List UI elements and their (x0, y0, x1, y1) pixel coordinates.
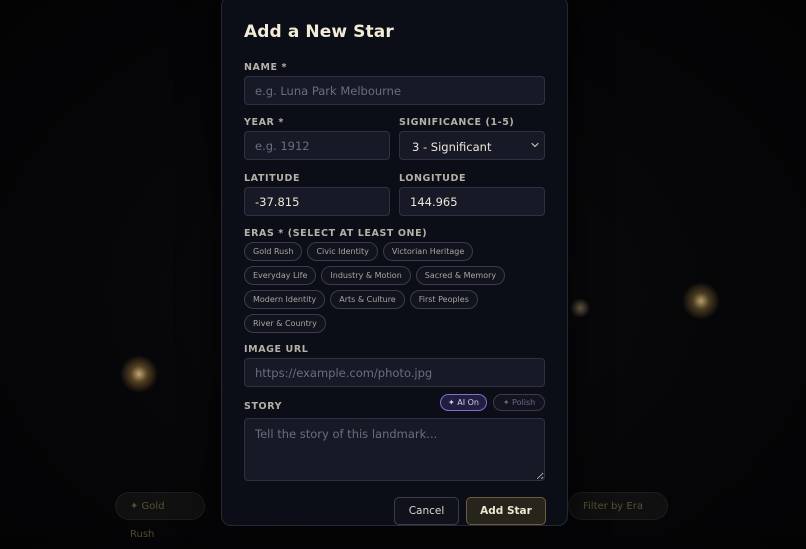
era-chip-sacred-memory[interactable]: Sacred & Memory (415, 266, 506, 285)
era-chip-river-country[interactable]: River & Country (244, 314, 326, 333)
background-light-glow (120, 355, 158, 393)
significance-select[interactable]: 3 - Significant (399, 131, 545, 160)
era-chip-arts-culture[interactable]: Arts & Culture (330, 290, 405, 309)
year-label: YEAR * (244, 117, 284, 128)
chevron-down-icon (531, 142, 539, 148)
add-star-button[interactable]: Add Star (466, 497, 546, 525)
longitude-label: LONGITUDE (399, 173, 467, 184)
year-input[interactable] (244, 131, 390, 160)
era-chip-victorian-heritage[interactable]: Victorian Heritage (382, 242, 474, 261)
cancel-button[interactable]: Cancel (394, 497, 459, 525)
latitude-label: LATITUDE (244, 173, 301, 184)
background-filter-pill: Filter by Era (568, 492, 668, 520)
latitude-input[interactable] (244, 187, 390, 216)
image-url-label: IMAGE URL (244, 344, 309, 355)
polish-button[interactable]: ✦ Polish (493, 394, 545, 411)
era-chip-civic-identity[interactable]: Civic Identity (307, 242, 378, 261)
era-chip-modern-identity[interactable]: Modern Identity (244, 290, 326, 309)
background-light-glow (682, 282, 720, 320)
story-label: STORY (244, 401, 283, 412)
add-star-modal: Add a New Star NAME * YEAR * SIGNIFICANC… (221, 0, 568, 526)
image-url-input[interactable] (244, 358, 545, 387)
background-light-glow (570, 298, 590, 318)
story-textarea[interactable] (244, 418, 545, 481)
significance-selected-value: 3 - Significant (412, 140, 492, 154)
era-chip-first-peoples[interactable]: First Peoples (409, 290, 478, 309)
name-label: NAME * (244, 62, 288, 73)
background-filter-pill: ✦ Gold Rush (115, 492, 205, 540)
eras-chip-group: Gold Rush Civic Identity Victorian Herit… (244, 242, 549, 338)
era-chip-everyday-life[interactable]: Everyday Life (244, 266, 317, 285)
name-input[interactable] (244, 76, 545, 105)
longitude-input[interactable] (399, 187, 545, 216)
era-chip-industry-motion[interactable]: Industry & Motion (321, 266, 411, 285)
era-chip-gold-rush[interactable]: Gold Rush (244, 242, 303, 261)
eras-label: ERAS * (SELECT AT LEAST ONE) (244, 228, 428, 239)
significance-label: SIGNIFICANCE (1-5) (399, 117, 515, 128)
modal-title: Add a New Star (244, 22, 394, 42)
ai-on-toggle[interactable]: ✦ AI On (440, 394, 487, 411)
